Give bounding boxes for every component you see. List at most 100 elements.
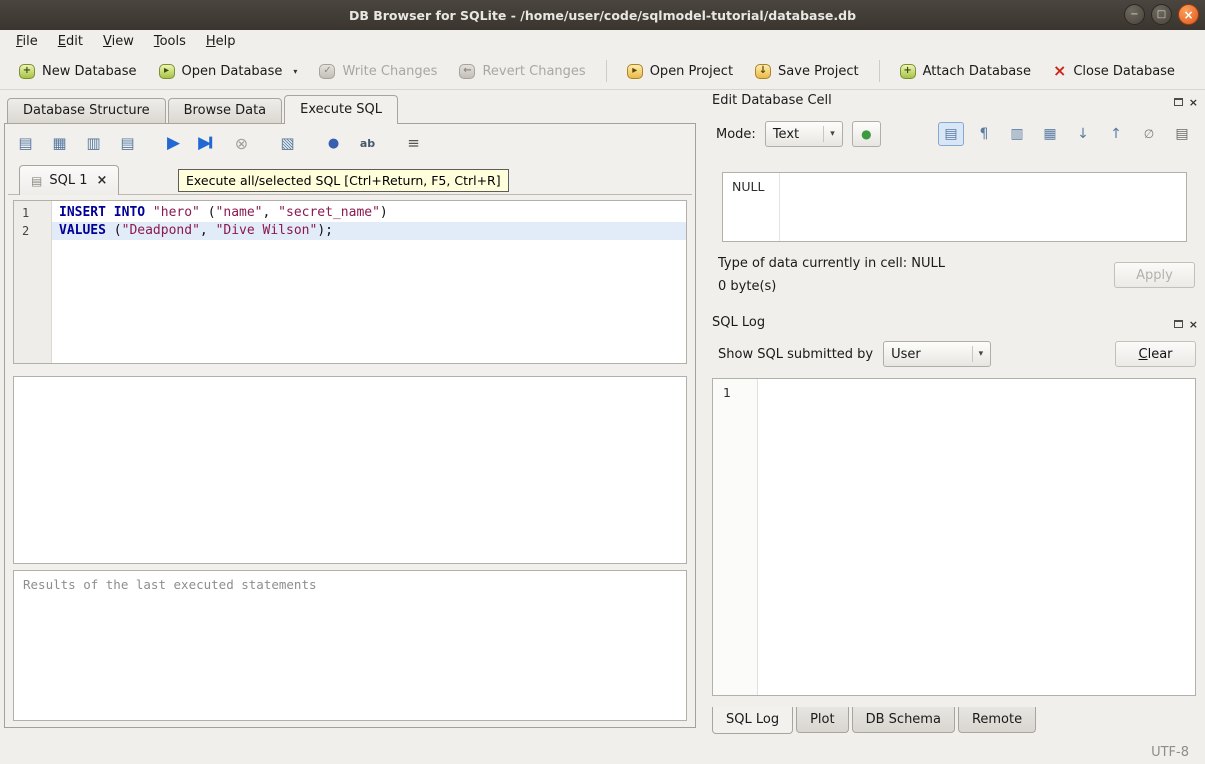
filter-label: Show SQL submitted by [718,347,873,362]
new-database-button[interactable]: + New Database [8,59,148,84]
format-sql-icon[interactable]: ≡ [401,131,426,156]
write-changes-icon: ✓ [319,64,335,79]
text-mode-icon[interactable]: ▤ [938,122,964,146]
sql-line-1: INSERT INTO "hero" ("name", "secret_name… [52,204,686,222]
find-replace-icon[interactable]: ab [355,131,380,156]
import-data-icon[interactable]: ↓ [1070,122,1096,146]
execute-all-icon[interactable]: ▶ [161,131,186,156]
window-controls: − □ × [1124,4,1199,25]
auto-switch-mode-button[interactable]: ● [852,121,881,147]
results-grid[interactable] [13,376,687,564]
tab-browse-data[interactable]: Browse Data [168,98,283,124]
sql-log-view[interactable]: 1 [712,378,1196,696]
dock-tab-remote[interactable]: Remote [958,707,1036,733]
maximize-icon[interactable]: □ [1151,4,1172,25]
main-toolbar: + New Database ▸ Open Database ▾ ✓ Write… [0,53,1205,90]
mode-combobox[interactable]: Text ▾ [765,121,843,147]
results-placeholder: Results of the last executed statements [23,577,317,592]
chevron-down-icon: ▾ [972,346,984,362]
dock-tab-db-schema[interactable]: DB Schema [852,707,955,733]
menu-view[interactable]: View [93,32,144,51]
edit-cell-title: Edit Database Cell [712,93,832,108]
chevron-down-icon: ▾ [823,126,835,142]
sql-log-dock-buttons: × [1174,317,1198,331]
sql-code-area[interactable]: INSERT INTO "hero" ("name", "secret_name… [52,201,686,363]
save-project-icon: ↓ [755,64,771,79]
dock-tab-plot[interactable]: Plot [796,707,849,733]
tab-database-structure[interactable]: Database Structure [7,98,166,124]
close-database-icon: × [1053,63,1066,79]
save-sql-file-icon[interactable]: ▦ [47,131,72,156]
save-results-icon[interactable]: ● [321,131,346,156]
tab-execute-sql[interactable]: Execute SQL [284,95,398,124]
menu-help[interactable]: Help [196,32,246,51]
submitted-by-combobox[interactable]: User ▾ [883,341,991,367]
right-panel: Edit Database Cell × Mode: Text ▾ ● ▤ ¶ … [704,90,1205,740]
sql-log-filter-row: Show SQL submitted by User ▾ Clear [718,340,1196,368]
sql-code-editor[interactable]: 1 2 INSERT INTO "hero" ("name", "secret_… [13,200,687,364]
float-dock-icon[interactable] [1174,320,1183,328]
execute-current-line-icon[interactable]: ▶▍ [195,131,220,156]
close-dock-icon[interactable]: × [1189,319,1198,330]
open-sql-file-icon[interactable]: ▤ [13,131,38,156]
sql-line-2-current: VALUES ("Deadpond", "Dive Wilson"); [52,222,686,240]
revert-changes-icon: ← [459,64,475,79]
clear-log-button[interactable]: Clear [1115,341,1196,367]
attach-database-button[interactable]: + Attach Database [889,59,1042,84]
sql-log-title: SQL Log [712,315,765,330]
sql-tab-label: SQL 1 [49,173,87,188]
cell-value: NULL [732,179,764,194]
cell-editor-divider [779,173,780,241]
toolbar-separator [606,60,607,82]
revert-changes-button[interactable]: ← Revert Changes [448,59,596,84]
close-tab-icon[interactable]: × [96,173,107,188]
attach-database-icon: + [900,64,916,79]
save-sql-as-icon[interactable]: ▥ [81,131,106,156]
title-bar: DB Browser for SQLite - /home/user/code/… [0,0,1205,30]
encoding-indicator: UTF-8 [1151,745,1189,760]
apply-button[interactable]: Apply [1114,262,1195,288]
minimize-icon[interactable]: − [1124,4,1145,25]
main-tab-bar: Database Structure Browse Data Execute S… [7,95,400,124]
mode-label: Mode: [716,127,756,142]
menu-edit[interactable]: Edit [48,32,93,51]
menu-tools[interactable]: Tools [144,32,196,51]
execute-tooltip: Execute all/selected SQL [Ctrl+Return, F… [178,169,509,192]
auto-switch-mode-icon: ● [861,127,871,141]
submitted-by-value: User [891,347,921,362]
main-area: Database Structure Browse Data Execute S… [0,90,1205,740]
set-null-icon[interactable]: ∅ [1136,122,1162,146]
toolbar-separator [879,60,880,82]
close-database-button[interactable]: × Close Database [1042,58,1186,84]
cell-mode-row: Mode: Text ▾ ● ▤ ¶ ▥ ▦ ↓ ↑ ∅ ▤ [716,120,1195,148]
chevron-down-icon[interactable]: ▾ [293,67,297,79]
close-dock-icon[interactable]: × [1189,97,1198,108]
new-database-icon: + [19,64,35,79]
save-data-icon[interactable]: ▦ [1037,122,1063,146]
open-project-button[interactable]: ▸ Open Project [616,59,744,84]
line-number: 2 [22,222,51,240]
float-dock-icon[interactable] [1174,98,1183,106]
results-message-box[interactable]: Results of the last executed statements [13,570,687,721]
stop-execution-icon[interactable]: ⊗ [229,131,254,156]
print-sql-icon[interactable]: ▤ [115,131,140,156]
print-data-icon[interactable]: ▤ [1169,122,1195,146]
cell-type-info: Type of data currently in cell: NULL [718,256,945,271]
open-database-button[interactable]: ▸ Open Database ▾ [148,59,309,84]
export-data-icon[interactable]: ↑ [1103,122,1129,146]
save-project-button[interactable]: ↓ Save Project [744,59,870,84]
mode-value: Text [773,127,799,142]
open-database-icon: ▸ [159,64,175,79]
write-changes-button[interactable]: ✓ Write Changes [308,59,448,84]
line-number: 1 [22,204,51,222]
sql-tab[interactable]: ▤ SQL 1 × [19,165,119,195]
status-bar: UTF-8 [0,740,1205,764]
close-icon[interactable]: × [1178,4,1199,25]
export-csv-icon[interactable]: ▧ [275,131,300,156]
copy-data-icon[interactable]: ▥ [1004,122,1030,146]
word-wrap-icon[interactable]: ¶ [971,122,997,146]
menu-file[interactable]: File [6,32,48,51]
document-icon: ▤ [31,174,42,188]
dock-tab-sql-log[interactable]: SQL Log [712,707,793,734]
cell-value-editor[interactable]: NULL [722,172,1187,242]
